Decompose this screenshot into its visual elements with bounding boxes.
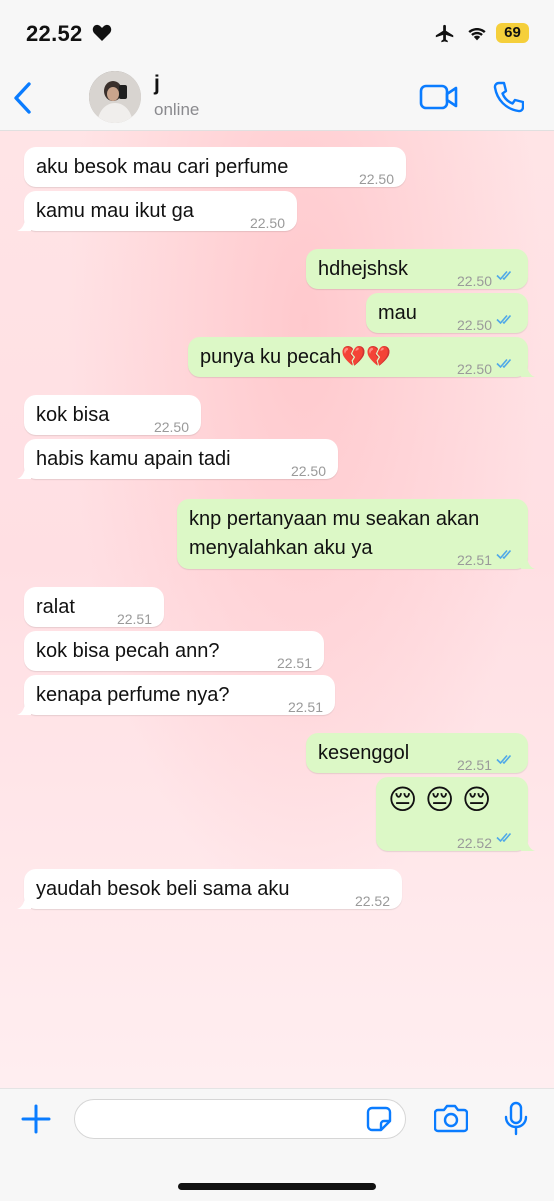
message-text-line-2: menyalahkan aku ya xyxy=(189,537,373,559)
message-text: hdhejshsk xyxy=(318,258,409,280)
message-bubble-incoming[interactable]: kok bisa pecah ann? 22.51 xyxy=(24,631,324,671)
double-check-icon xyxy=(496,358,512,369)
message-time: 22.51 xyxy=(116,611,152,627)
status-bar: 22.52 69 xyxy=(0,0,554,66)
bubble-tail xyxy=(17,701,31,715)
message-time: 22.51 xyxy=(276,655,312,671)
message-time: 22.50 xyxy=(456,317,492,333)
message-text: punya ku pecah💔💔 xyxy=(200,346,392,368)
message-time: 22.50 xyxy=(290,463,326,479)
plus-icon[interactable] xyxy=(20,1103,52,1135)
heart-icon xyxy=(92,24,112,41)
message-time: 22.51 xyxy=(456,552,492,568)
camera-icon[interactable] xyxy=(434,1103,468,1133)
double-check-icon xyxy=(496,270,512,281)
bubble-tail xyxy=(17,895,31,909)
message-bubble-incoming[interactable]: yaudah besok beli sama aku 22.52 xyxy=(17,869,402,909)
message-bubble-incoming[interactable]: kamu mau ikut ga 22.50 xyxy=(17,191,297,231)
message-bubble-outgoing[interactable]: kesenggol 22.51 xyxy=(306,733,528,773)
message-text-line-1: knp pertanyaan mu seakan akan xyxy=(189,508,480,530)
chat-header: j online xyxy=(0,66,554,131)
message-bubble-outgoing[interactable]: knp pertanyaan mu seakan akan menyalahka… xyxy=(177,499,535,569)
contact-status: online xyxy=(154,100,200,119)
phone-call-icon[interactable] xyxy=(492,80,524,114)
avatar-photo xyxy=(89,71,141,123)
message-text: kenapa perfume nya? xyxy=(36,684,230,706)
double-check-icon xyxy=(496,314,512,325)
message-bubble-incoming[interactable]: aku besok mau cari perfume 22.50 xyxy=(24,147,406,187)
message-input[interactable] xyxy=(74,1099,406,1139)
message-text: ralat xyxy=(36,596,75,618)
airplane-icon xyxy=(435,24,454,43)
double-check-icon xyxy=(496,754,512,765)
message-text: habis kamu apain tadi xyxy=(36,448,231,470)
message-time: 22.50 xyxy=(456,273,492,289)
message-text: mau xyxy=(378,302,417,324)
chat-area[interactable]: aku besok mau cari perfume 22.50 kamu ma… xyxy=(0,131,554,1088)
back-icon[interactable] xyxy=(10,80,36,116)
message-time: 22.51 xyxy=(456,757,492,773)
message-bubble-outgoing[interactable]: 😔 😔 😔 22.52 xyxy=(376,777,535,851)
message-text: kok bisa xyxy=(36,404,110,426)
message-bubble-outgoing[interactable]: mau 22.50 xyxy=(366,293,528,333)
message-text: aku besok mau cari perfume xyxy=(36,156,289,178)
emoji-message: 😔 😔 😔 xyxy=(388,784,492,815)
microphone-icon[interactable] xyxy=(503,1101,529,1137)
bubble-tail xyxy=(17,465,31,479)
bubble-tail xyxy=(521,363,535,377)
message-time: 22.50 xyxy=(358,171,394,187)
message-text: yaudah besok beli sama aku xyxy=(36,878,290,900)
message-time: 22.50 xyxy=(153,419,189,435)
bubble-tail xyxy=(17,217,31,231)
message-text: kamu mau ikut ga xyxy=(36,200,194,222)
bubble-tail xyxy=(521,837,535,851)
message-bubble-incoming[interactable]: kenapa perfume nya? 22.51 xyxy=(17,675,335,715)
message-bubble-incoming[interactable]: habis kamu apain tadi 22.50 xyxy=(17,439,338,479)
message-time: 22.50 xyxy=(456,361,492,377)
message-time: 22.51 xyxy=(287,699,323,715)
message-time: 22.52 xyxy=(456,835,492,851)
message-bubble-outgoing[interactable]: punya ku pecah💔💔 22.50 xyxy=(188,337,535,377)
message-bubble-incoming[interactable]: kok bisa 22.50 xyxy=(24,395,201,435)
message-bubble-outgoing[interactable]: hdhejshsk 22.50 xyxy=(306,249,528,289)
battery-indicator: 69 xyxy=(496,23,529,43)
message-text: kok bisa pecah ann? xyxy=(36,640,220,662)
message-input-bar xyxy=(0,1088,554,1201)
message-time: 22.52 xyxy=(354,893,390,909)
message-bubble-incoming[interactable]: ralat 22.51 xyxy=(24,587,164,627)
bubble-tail xyxy=(521,555,535,569)
double-check-icon xyxy=(496,549,512,560)
double-check-icon xyxy=(496,832,512,843)
message-text: kesenggol xyxy=(318,742,410,764)
wifi-icon xyxy=(468,27,486,41)
status-time: 22.52 xyxy=(26,21,83,46)
video-call-icon[interactable] xyxy=(419,83,459,111)
contact-name[interactable]: j xyxy=(154,72,160,96)
message-time: 22.50 xyxy=(249,215,285,231)
avatar[interactable] xyxy=(89,71,141,123)
sticker-icon[interactable] xyxy=(366,1106,392,1132)
home-indicator[interactable] xyxy=(178,1183,376,1190)
